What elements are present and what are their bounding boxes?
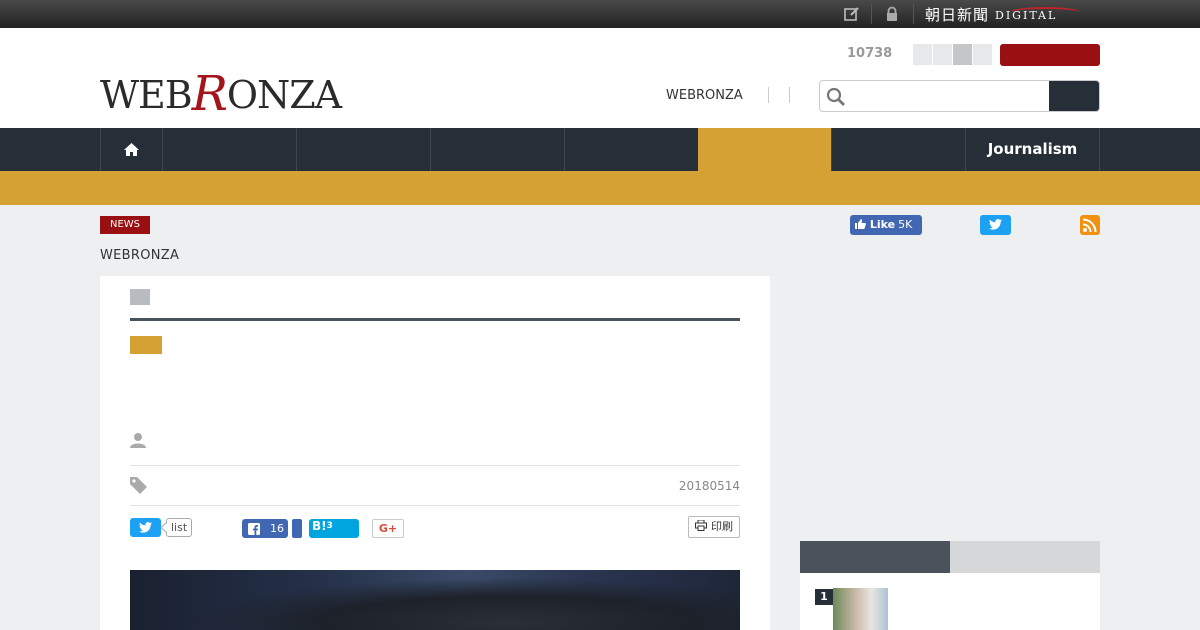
nav-item-1[interactable] <box>162 128 296 171</box>
rank-number: 1 <box>815 589 833 605</box>
nav-item-2[interactable] <box>296 128 430 171</box>
title-rule <box>130 318 740 321</box>
header-link-webronza[interactable]: WEBRONZA <box>666 88 743 103</box>
news-badge: NEWS <box>100 216 150 234</box>
search-icon <box>826 87 846 111</box>
twitter-list-count[interactable]: list <box>166 518 193 537</box>
article-main-photo <box>130 570 740 630</box>
font-size-small[interactable] <box>913 44 932 65</box>
logo-text-web: WEB <box>100 73 193 117</box>
search-box <box>819 80 1100 112</box>
ranking-tab-active[interactable] <box>800 541 950 573</box>
webronza-logo[interactable]: WEBRONZA <box>100 64 342 122</box>
ranking-tab-inactive[interactable] <box>950 541 1100 573</box>
twitter-share-button[interactable] <box>130 518 161 537</box>
ranking-tabs <box>800 541 1100 573</box>
lock-icon[interactable] <box>884 6 900 22</box>
google-plus-button[interactable]: G+ <box>372 519 404 538</box>
hatena-count: 3 <box>326 521 333 531</box>
tag-icon <box>130 477 147 498</box>
ranking-thumbnail[interactable] <box>833 588 888 630</box>
user-icon <box>130 432 146 452</box>
nav-item-4[interactable] <box>564 128 698 171</box>
category-marker <box>130 289 150 305</box>
topbar-divider <box>871 4 872 24</box>
facebook-icon <box>248 523 260 535</box>
genre-marker <box>130 336 162 354</box>
fb-like-label: Like <box>869 218 896 231</box>
search-input[interactable] <box>850 81 1050 111</box>
home-icon <box>124 143 139 156</box>
logo-text-onza: ONZA <box>226 73 342 117</box>
font-size-medium[interactable] <box>933 44 952 65</box>
thumbs-up-icon <box>855 219 866 229</box>
facebook-share-count: 16 <box>270 522 284 535</box>
nav-item-3[interactable] <box>430 128 564 171</box>
asahi-brand-text: 朝日新聞 <box>925 6 990 24</box>
font-size-switcher <box>913 44 993 65</box>
print-label: 印刷 <box>711 520 733 533</box>
nav-item-active[interactable] <box>698 128 831 171</box>
main-nav: Journalism <box>0 128 1200 171</box>
nav-home[interactable] <box>100 128 162 171</box>
site-header: WEBRONZA 10738 WEBRONZA <box>0 28 1200 128</box>
edit-icon[interactable] <box>844 6 860 22</box>
font-size-xlarge[interactable] <box>973 44 992 65</box>
hatena-label: B! <box>312 519 327 533</box>
print-button[interactable]: 印刷 <box>688 516 740 538</box>
nav-item-6[interactable] <box>831 128 965 171</box>
facebook-like-button[interactable]: Like 5K <box>850 215 922 235</box>
logo-text-r: R <box>191 66 228 122</box>
hatena-bookmark-button[interactable]: B!3 <box>309 519 359 538</box>
article-card: 20180514 list 16 B!3 G+ 印刷 <box>100 276 770 630</box>
asahi-topbar: 朝日新聞 DIGITAL <box>0 0 1200 28</box>
font-size-large[interactable] <box>953 44 972 65</box>
asahi-logo-arc <box>1010 7 1080 17</box>
facebook-share-button[interactable]: 16 <box>242 519 288 538</box>
twitter-icon <box>989 219 1002 230</box>
fb-like-count: 5K <box>898 218 913 231</box>
counter-value: 10738 <box>847 46 893 61</box>
topbar-divider <box>913 4 914 24</box>
twitter-icon <box>139 522 152 533</box>
breadcrumb[interactable]: WEBRONZA <box>100 248 179 263</box>
search-button[interactable] <box>1049 81 1099 111</box>
rss-button[interactable] <box>1080 215 1100 235</box>
article-date: 20180514 <box>678 479 740 493</box>
meta-divider <box>130 505 740 506</box>
ranking-list: 1 <box>800 573 1100 630</box>
rss-icon <box>1083 218 1097 232</box>
facebook-share-secondary[interactable] <box>292 519 302 538</box>
sub-nav-bar <box>0 171 1200 205</box>
header-divider <box>789 87 790 103</box>
header-divider <box>768 87 769 103</box>
subscribe-button[interactable] <box>1000 44 1100 66</box>
printer-icon <box>695 519 707 531</box>
meta-divider <box>130 465 740 466</box>
twitter-follow-button[interactable] <box>980 215 1011 235</box>
nav-item-journalism[interactable]: Journalism <box>965 128 1100 171</box>
